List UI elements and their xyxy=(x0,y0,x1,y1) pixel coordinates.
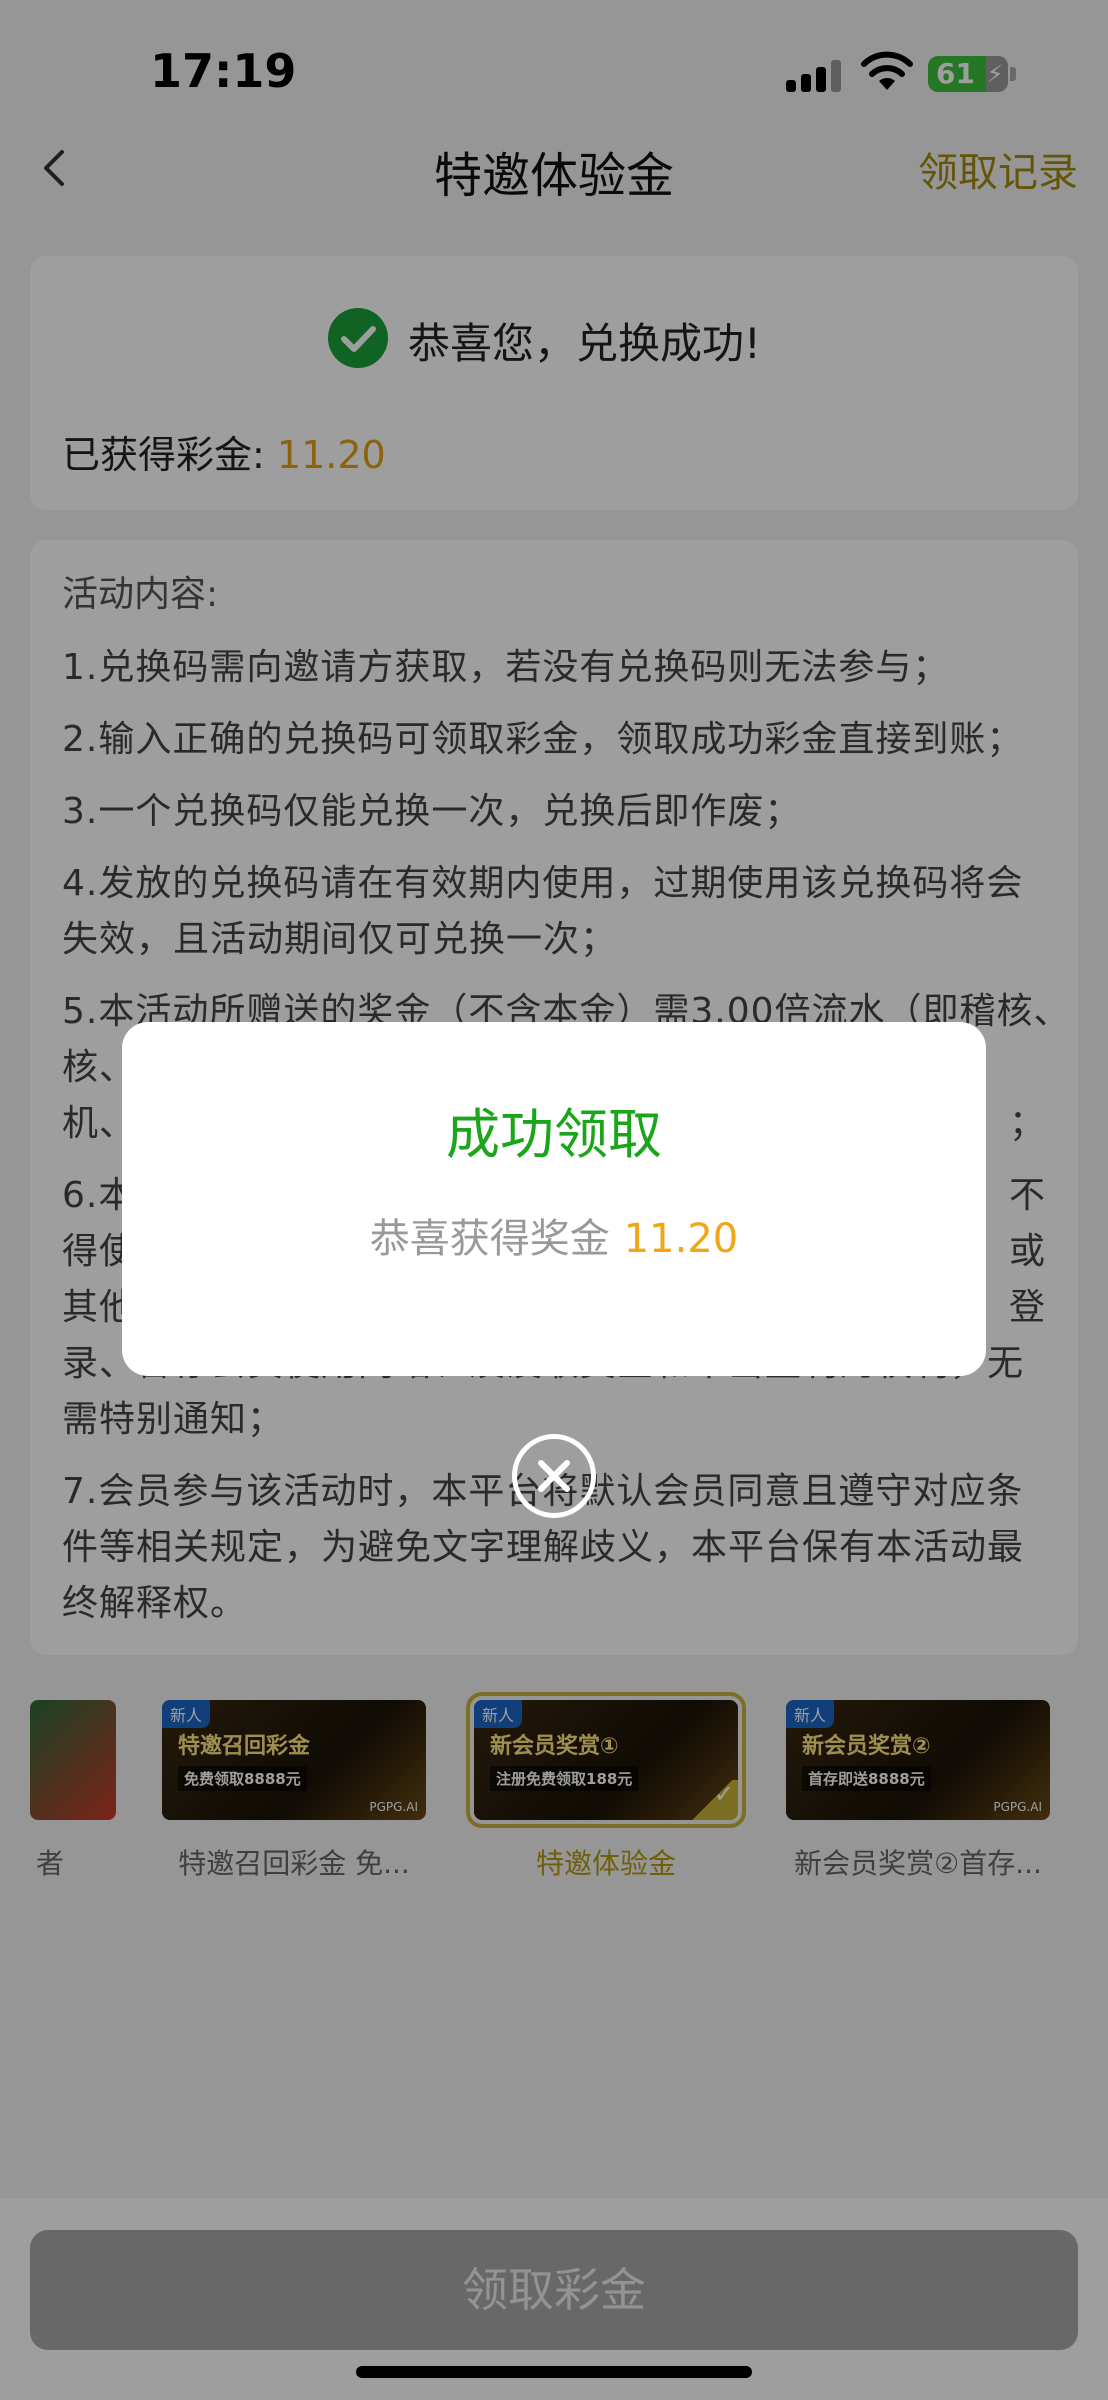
close-icon[interactable] xyxy=(512,1434,596,1518)
modal-title: 成功领取 xyxy=(446,1103,662,1166)
modal-label: 恭喜获得奖金 xyxy=(369,1216,610,1262)
modal-amount: 11.20 xyxy=(623,1216,739,1262)
claim-success-modal: 成功领取 恭喜获得奖金 11.20 xyxy=(122,1022,986,1376)
modal-message: 恭喜获得奖金 11.20 xyxy=(122,1206,986,1264)
